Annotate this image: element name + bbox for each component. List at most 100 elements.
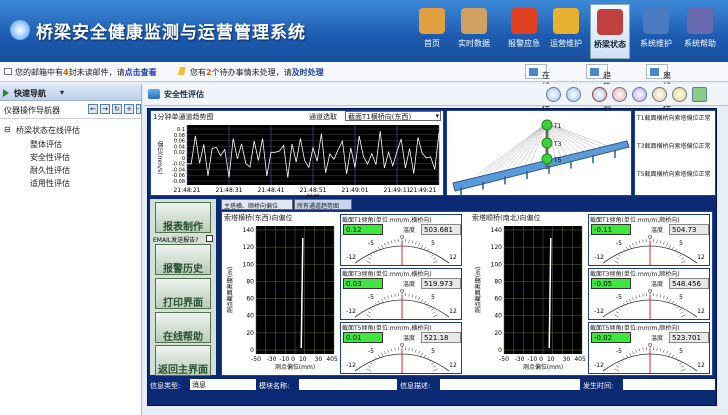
nav-back-icon[interactable]: ← xyxy=(88,104,98,114)
gauge-tick xyxy=(418,242,420,246)
forward-button[interactable] xyxy=(566,87,581,102)
gauge-dial: -5 0 5 -12 12 xyxy=(594,289,705,319)
gauge-title: 截面T3倾角(单位:mm/m,横桥向) xyxy=(342,271,432,278)
nav-book[interactable]: 系统帮助 xyxy=(680,4,720,59)
todo-handle-link[interactable]: 及时处理 xyxy=(292,68,324,77)
gauge-scale-label: -12 xyxy=(594,362,604,369)
gauge-tick xyxy=(387,241,389,245)
nav-home[interactable]: 首页 xyxy=(412,4,452,59)
gauge-tick xyxy=(411,348,414,352)
expand-icon[interactable]: + xyxy=(124,104,134,114)
app-logo-icon xyxy=(10,20,30,40)
stop-button[interactable] xyxy=(592,87,607,102)
report-button[interactable]: 报表制作 xyxy=(155,202,211,233)
gauge-tick xyxy=(635,295,637,299)
gauge-tick xyxy=(663,241,665,245)
tree-root[interactable]: 桥梁状态在线评估 xyxy=(16,125,80,136)
online-help-label: 在线帮助 xyxy=(163,332,203,343)
tower-ytick: 0 xyxy=(498,347,502,354)
gauge-tick xyxy=(666,350,668,354)
nav-bridge[interactable]: 桥梁状态 xyxy=(590,4,630,59)
nav-label: 实时数据 xyxy=(458,39,490,48)
gauge-dial: -5 0 5 -12 12 xyxy=(594,235,705,265)
nav-monitor[interactable]: 系统维护 xyxy=(636,4,676,59)
gauge-temp-value: 503.681 xyxy=(421,224,461,235)
gauge-value: -0.11 xyxy=(591,224,631,235)
module-label: 模块名称: xyxy=(259,382,290,390)
gauge-tick xyxy=(656,239,658,243)
tower-ylabel: 测点截面高度(m) xyxy=(226,267,234,314)
dropdown-icon[interactable]: ▾ xyxy=(60,88,64,97)
monitor-point-T5 xyxy=(541,153,553,165)
gauge-tick xyxy=(659,294,662,298)
tree-collapse-icon[interactable]: ⊟ xyxy=(4,125,11,134)
tab-trend-forecast[interactable]: 趋势预测 xyxy=(586,64,611,113)
tower-xtick: -10 0 xyxy=(279,356,295,363)
gauge-tick xyxy=(415,349,417,353)
trend-chart: 0.10.080.060.040.020-0.02-0.04-0.06-0.08… xyxy=(172,125,440,197)
tab-tower-deflection[interactable]: 主塔横、顺桥向偏位 xyxy=(221,199,293,210)
tab-all-channels[interactable]: 所有通道趋势图 xyxy=(294,199,352,210)
gauge-value: 0.12 xyxy=(343,224,383,235)
refresh-icon[interactable]: ↻ xyxy=(112,104,122,114)
gauge-tick xyxy=(423,246,427,250)
gauge-title: 截面T3倾角(单位:mm/m,顺桥向) xyxy=(590,271,680,278)
gauge-tick xyxy=(431,362,434,365)
favorite-button[interactable] xyxy=(672,87,687,102)
tower-xtick: 30 xyxy=(315,356,323,363)
gauge-tick xyxy=(408,239,410,243)
gauge-tick xyxy=(671,246,675,250)
quick-nav-header[interactable]: 快速导航 ▾ xyxy=(0,84,141,101)
gauge-tick xyxy=(663,295,665,299)
monitor-point-label: T5 xyxy=(553,157,562,164)
alarm-history-button[interactable]: 报警历史 xyxy=(155,244,211,275)
tower-xtick: 30 xyxy=(563,356,571,363)
gauge-tick xyxy=(433,314,438,318)
tower-xtick: -30 xyxy=(267,356,277,363)
nav-forward-icon[interactable]: → xyxy=(100,104,110,114)
trend-icon xyxy=(590,68,599,76)
nav-data[interactable]: 实时数据 xyxy=(454,4,494,59)
gauge-title: 截面T5倾角(单位:mm/m,横桥向) xyxy=(342,325,432,332)
collapse-icon[interactable]: - xyxy=(136,104,141,114)
gauge-scale-label: 5 xyxy=(679,348,683,355)
page-title: 安全性评估 xyxy=(164,90,204,99)
mail-view-link[interactable]: 点击查看 xyxy=(125,68,157,77)
trend-xtick: 21:48:41 xyxy=(258,187,285,194)
tree-item-usability[interactable]: 适用性评估 xyxy=(30,178,70,189)
ops-nav-header: 仪器操作导航器 ← → ↻ + - xyxy=(0,101,141,119)
trend-xtick: 21:49:01 xyxy=(342,187,369,194)
trend-xtick: 21:49:11 xyxy=(384,187,411,194)
gauge-tick xyxy=(671,354,675,358)
time-label: 发生时间: xyxy=(583,382,614,390)
book-icon xyxy=(687,8,713,34)
grid-button[interactable] xyxy=(692,87,707,102)
gauge-tick xyxy=(625,300,629,304)
help-button[interactable] xyxy=(632,87,647,102)
gauge-tick xyxy=(408,347,410,351)
desc-value xyxy=(440,379,580,390)
tree-item-durability[interactable]: 耐久性评估 xyxy=(30,165,70,176)
trend-xlabel: 时间 xyxy=(307,193,319,197)
tab-online-eval[interactable]: 在线评估 xyxy=(525,64,550,113)
return-main-button[interactable]: 返回主界面 xyxy=(155,345,211,376)
close-button[interactable] xyxy=(612,87,627,102)
tree-item-safety[interactable]: 安全性评估 xyxy=(30,152,70,163)
tab-offline-eval[interactable]: 离线评估 xyxy=(646,64,671,113)
print-button[interactable]: 打印界面 xyxy=(155,278,211,309)
gauge-tick xyxy=(671,300,675,304)
gauge-tick xyxy=(384,242,386,246)
home-button[interactable] xyxy=(652,87,667,102)
time-value xyxy=(623,379,715,390)
tree-item-overall[interactable]: 整体评估 xyxy=(30,139,62,150)
nav-alarm[interactable]: 报警应急 xyxy=(504,4,544,59)
gauge-tick xyxy=(656,347,658,351)
gauge-tick xyxy=(370,308,373,311)
gauge-tick xyxy=(679,308,682,311)
email-report-checkbox[interactable] xyxy=(206,235,213,242)
back-button[interactable] xyxy=(546,87,561,102)
gauge-title: 截面T1倾角(单位:mm/m,顺桥向) xyxy=(590,217,680,224)
nav-shield[interactable]: 运营维护 xyxy=(546,4,586,59)
online-help-button[interactable]: 在线帮助 xyxy=(155,312,211,343)
gauge-value: 0.01 xyxy=(343,332,383,343)
